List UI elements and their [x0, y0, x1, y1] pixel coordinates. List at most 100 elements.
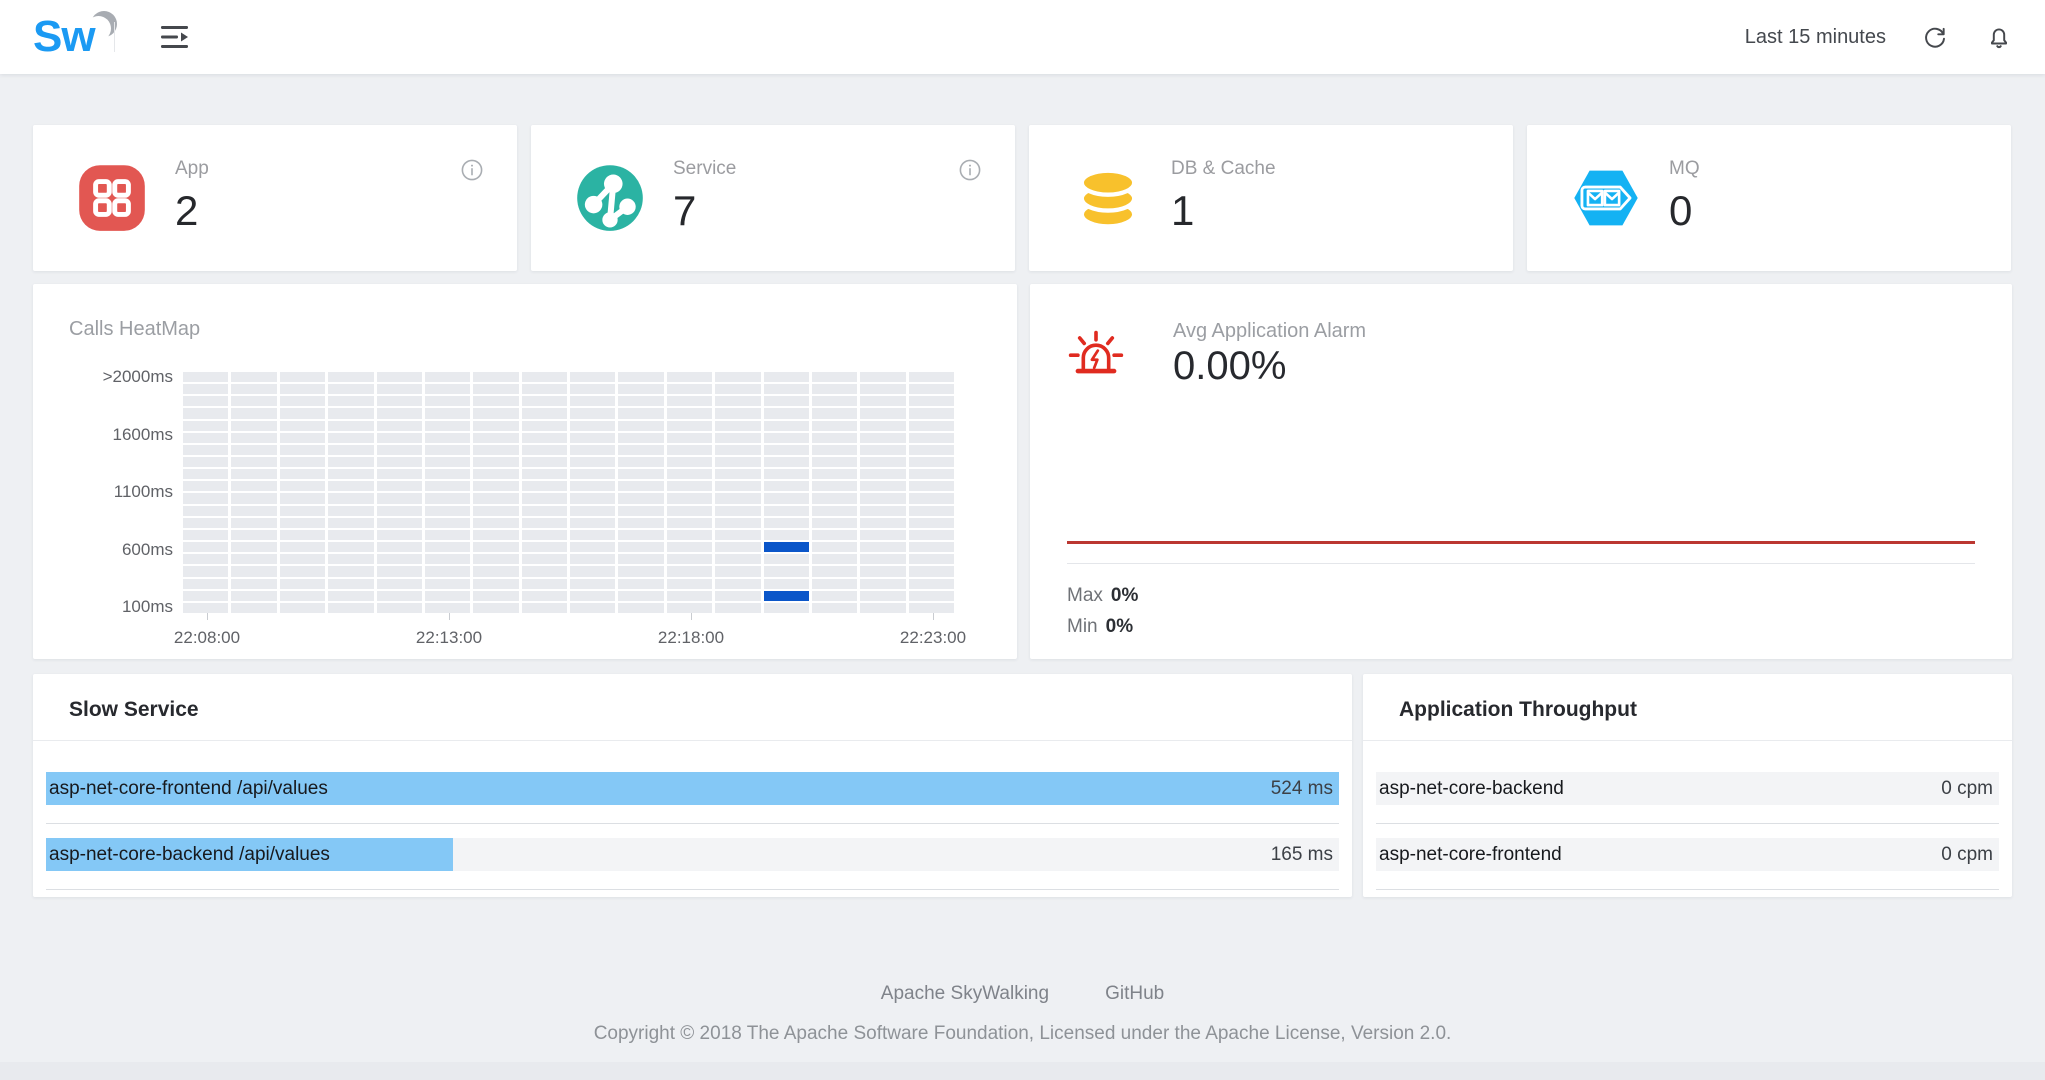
heatmap-cell — [715, 493, 761, 504]
heatmap-cell — [183, 505, 229, 516]
heatmap-cell — [279, 542, 326, 553]
panel-divider — [1363, 740, 2012, 741]
heatmap-cell — [811, 493, 858, 504]
row-underline — [46, 889, 1339, 890]
footer-link-github[interactable]: GitHub — [1105, 983, 1164, 1005]
heatmap-cell — [328, 420, 374, 431]
heatmap-cell — [424, 420, 471, 431]
heatmap-cell — [328, 554, 374, 565]
heatmap-cell — [715, 420, 761, 431]
heatmap-cell — [908, 542, 954, 553]
heatmap-cell — [908, 408, 954, 419]
heatmap-cell — [328, 590, 374, 601]
heatmap-cell — [811, 384, 858, 395]
heatmap-cell — [473, 602, 519, 613]
heatmap-cell — [763, 408, 809, 419]
heatmap-cell — [231, 602, 277, 613]
heatmap-cell — [183, 457, 229, 468]
heatmap-cell — [231, 505, 277, 516]
heatmap-cell — [763, 517, 809, 528]
heatmap-cell — [860, 384, 906, 395]
header-actions: Last 15 minutes — [1745, 0, 2012, 74]
heatmap-cell — [570, 529, 616, 541]
heatmap-x-label: 22:23:00 — [899, 628, 967, 647]
row-underline — [46, 823, 1339, 824]
heatmap-cell — [328, 408, 374, 419]
heatmap-cell — [860, 542, 906, 553]
bar-row: asp-net-core-backend /api/values 165 ms — [46, 838, 1339, 871]
heatmap-cell — [570, 566, 616, 577]
heatmap-cell — [618, 396, 664, 407]
heatmap-cell — [328, 493, 374, 504]
heatmap-cell — [618, 432, 664, 443]
logo-text: Sw — [33, 12, 96, 61]
heatmap-cell — [618, 554, 664, 565]
heatmap-cell — [424, 384, 471, 395]
heatmap-cell — [521, 602, 567, 613]
heatmap-cell — [860, 457, 906, 468]
heatmap-cell — [424, 505, 471, 516]
heatmap-y-label: 100ms — [121, 597, 173, 616]
bottom-strip — [0, 1062, 2045, 1080]
heatmap-cell — [763, 469, 809, 480]
heatmap-cell — [231, 396, 277, 407]
heatmap-cell — [618, 469, 664, 480]
heatmap-y-label: >2000ms — [102, 367, 173, 386]
heatmap-cell — [860, 408, 906, 419]
heatmap-cell — [715, 384, 761, 395]
heatmap-cell — [328, 396, 374, 407]
heatmap-y-label: 1600ms — [112, 424, 173, 444]
heatmap-cell — [618, 481, 664, 492]
heatmap-cell — [183, 578, 229, 589]
heatmap-cell — [908, 432, 954, 443]
heatmap-cell — [715, 554, 761, 565]
refresh-icon[interactable] — [1922, 24, 1948, 50]
heatmap-cell — [666, 481, 713, 492]
heatmap-cell — [715, 542, 761, 553]
heatmap-cell — [763, 554, 809, 565]
heatmap-cell — [376, 590, 422, 601]
heatmap-cell — [279, 566, 326, 577]
heatmap-cell — [860, 444, 906, 456]
bell-icon[interactable] — [1986, 24, 2012, 50]
heatmap-cell — [860, 517, 906, 528]
alarm-axis-line — [1067, 563, 1975, 564]
heatmap-cell — [183, 469, 229, 480]
heatmap-cell — [811, 420, 858, 431]
bar-label: asp-net-core-frontend — [1379, 843, 1562, 865]
heatmap-cell — [618, 408, 664, 419]
heatmap-cell — [521, 444, 567, 456]
heatmap-cell — [279, 408, 326, 419]
stat-card-app: App 2 — [33, 125, 517, 271]
heatmap-cell — [860, 481, 906, 492]
heatmap-cell — [666, 469, 713, 480]
heatmap-cell — [279, 578, 326, 589]
heatmap-cell — [860, 432, 906, 443]
footer-link-apache-skywalking[interactable]: Apache SkyWalking — [881, 983, 1049, 1005]
heatmap-cell — [183, 372, 229, 383]
menu-fold-icon[interactable] — [160, 24, 190, 50]
heatmap-cell — [376, 578, 422, 589]
bar-label: asp-net-core-backend /api/values — [49, 843, 330, 865]
info-icon[interactable] — [958, 158, 982, 182]
heatmap-cell — [666, 457, 713, 468]
heatmap-cell — [473, 396, 519, 407]
heatmap-cell — [666, 554, 713, 565]
skywalking-logo[interactable]: Sw — [33, 8, 143, 66]
heatmap-cell — [376, 432, 422, 443]
info-icon[interactable] — [460, 158, 484, 182]
heatmap-cell — [908, 578, 954, 589]
heatmap-cell — [860, 372, 906, 383]
heatmap-axis-tick — [449, 613, 450, 620]
heatmap-cell — [570, 542, 616, 553]
stat-card-value: 2 — [175, 187, 199, 234]
heatmap-cell — [424, 408, 471, 419]
heatmap-cell — [666, 566, 713, 577]
heatmap-cell — [860, 505, 906, 516]
heatmap-cell — [860, 420, 906, 431]
row-underline — [1376, 889, 1999, 890]
time-range-selector[interactable]: Last 15 minutes — [1745, 26, 1886, 49]
heatmap-cell — [183, 396, 229, 407]
heatmap-cell — [183, 384, 229, 395]
heatmap-cell — [715, 602, 761, 613]
